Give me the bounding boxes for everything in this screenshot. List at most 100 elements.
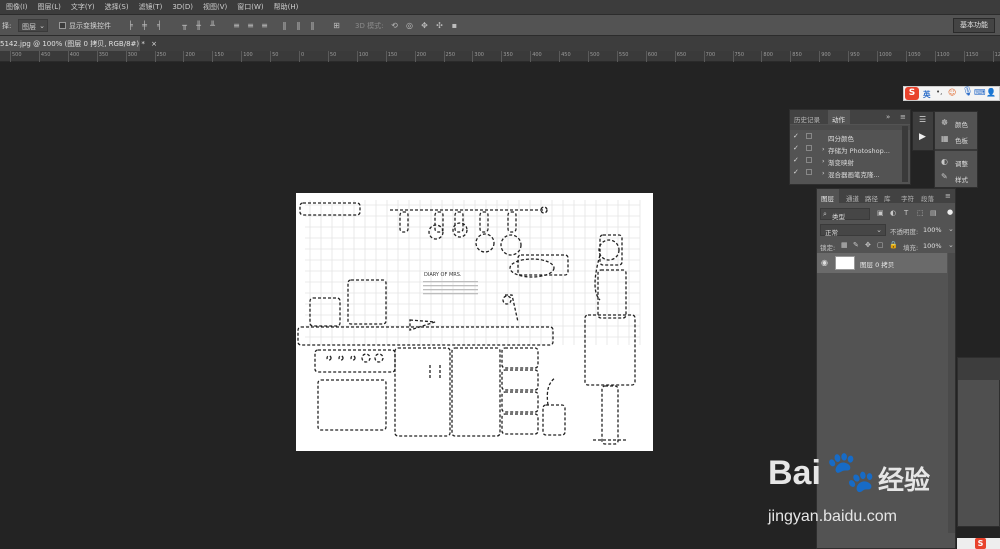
document-canvas[interactable]: DIARY OF MRS.	[296, 193, 653, 451]
user-icon[interactable]: 👤	[986, 88, 996, 97]
action-toggle-check[interactable]: ✓	[793, 156, 799, 164]
styles-icon[interactable]: ✎	[941, 172, 948, 181]
action-item-3[interactable]: 渐变映射	[828, 157, 854, 167]
filter-adjust-icon[interactable]: ◐	[890, 209, 896, 217]
punctuation-icon[interactable]: •,	[936, 88, 942, 96]
menu-select[interactable]: 选择(S)	[103, 2, 131, 12]
action-dialog-toggle[interactable]	[806, 145, 812, 151]
filter-shape-icon[interactable]: ⬚	[917, 209, 924, 217]
panel-menu-icon[interactable]: ≡	[900, 113, 906, 121]
keyboard-icon[interactable]: ⌨	[974, 88, 986, 97]
panel-collapse-icon[interactable]: »	[886, 113, 890, 121]
layer-name[interactable]: 图层 0 拷贝	[860, 259, 894, 269]
sogou-logo[interactable]: S	[905, 87, 919, 100]
swatches-icon[interactable]: ▦	[941, 134, 949, 143]
menu-3d[interactable]: 3D(D)	[170, 3, 195, 11]
action-item-1[interactable]: 四分颜色	[828, 133, 854, 143]
styles-panel-label[interactable]: 样式	[955, 174, 968, 184]
color-panel-label[interactable]: 颜色	[955, 119, 968, 129]
align-right-icon[interactable]: ╡	[155, 20, 164, 31]
distribute-bottom-icon[interactable]: ≡	[260, 20, 269, 31]
swatches-panel-label[interactable]: 色板	[955, 135, 968, 145]
menu-type[interactable]: 文字(Y)	[69, 2, 97, 12]
lock-image-icon[interactable]: ✎	[853, 241, 859, 249]
distribute-left-icon[interactable]: ‖	[280, 20, 289, 31]
adjustments-panel-label[interactable]: 调整	[955, 158, 968, 168]
menu-window[interactable]: 窗口(W)	[235, 2, 265, 12]
lock-artboard-icon[interactable]: ▢	[877, 241, 884, 249]
menu-view[interactable]: 视图(V)	[201, 2, 229, 12]
adjustments-icon[interactable]: ◐	[941, 157, 948, 166]
color-icon[interactable]: ☸	[941, 118, 948, 127]
tab-channels[interactable]: 通道	[846, 193, 859, 203]
fill-field[interactable]: 100%	[923, 242, 942, 250]
auto-align-icon[interactable]: ⊞	[332, 20, 341, 31]
action-item-4[interactable]: 混合器画笔克隆...	[828, 169, 880, 179]
3d-rotate-icon[interactable]: ⟲	[390, 20, 399, 31]
auto-select-dropdown[interactable]: 图层 ⌄	[18, 19, 48, 32]
filter-smart-icon[interactable]: ▤	[930, 209, 937, 217]
visibility-eye-icon[interactable]: ◉	[821, 258, 828, 267]
action-toggle-check[interactable]: ✓	[793, 132, 799, 140]
tab-actions[interactable]: 动作	[832, 114, 845, 124]
chevron-right-icon[interactable]: ›	[822, 169, 825, 177]
tab-paths[interactable]: 路径	[865, 193, 878, 203]
tab-layers[interactable]: 图层	[821, 193, 834, 203]
action-toggle-check[interactable]: ✓	[793, 168, 799, 176]
distribute-right-icon[interactable]: ‖	[308, 20, 317, 31]
action-item-2[interactable]: 存储为 Photoshop...	[828, 145, 890, 155]
lock-transparent-icon[interactable]: ▦	[841, 241, 848, 249]
action-dialog-toggle[interactable]	[806, 133, 812, 139]
align-bottom-icon[interactable]: ╨	[208, 20, 217, 31]
distribute-top-icon[interactable]: ≡	[232, 20, 241, 31]
ruler-tick-label: 850	[792, 52, 802, 58]
action-dialog-toggle[interactable]	[806, 157, 812, 163]
tab-libraries[interactable]: 库	[884, 193, 891, 203]
workspace-button[interactable]: 基本功能	[953, 18, 995, 33]
sogou-mini-logo[interactable]: S	[975, 538, 986, 549]
filter-toggle-icon[interactable]: ●	[947, 208, 953, 216]
distribute-hcenter-icon[interactable]: ‖	[294, 20, 303, 31]
tab-paragraph[interactable]: 段落	[921, 193, 934, 203]
close-icon[interactable]: ×	[151, 40, 157, 48]
menu-filter[interactable]: 滤镜(T)	[137, 2, 165, 12]
chevron-down-icon[interactable]: ⌄	[948, 241, 954, 249]
actions-scrollbar[interactable]	[902, 126, 908, 182]
layer-filter-dropdown[interactable]: ⌕ 类型	[820, 208, 870, 221]
align-top-icon[interactable]: ╥	[180, 20, 189, 31]
blend-mode-dropdown[interactable]: 正常 ⌄	[820, 224, 886, 237]
align-left-icon[interactable]: ╞	[126, 20, 135, 31]
layers-scrollbar[interactable]	[948, 253, 955, 533]
menu-layer[interactable]: 图层(L)	[36, 2, 63, 12]
3d-roll-icon[interactable]: ◎	[405, 20, 414, 31]
align-hcenter-icon[interactable]: ╪	[140, 20, 149, 31]
3d-slide-icon[interactable]: ✣	[435, 20, 444, 31]
document-tab[interactable]: 5142.jpg @ 100% (图层 0 拷贝, RGB/8#) * ×	[0, 36, 157, 51]
distribute-vcenter-icon[interactable]: ≡	[246, 20, 255, 31]
menu-image[interactable]: 图像(I)	[4, 2, 30, 12]
chevron-right-icon[interactable]: ›	[822, 145, 825, 153]
3d-scale-icon[interactable]: ▪	[450, 20, 459, 31]
layer-row[interactable]: ◉ 图层 0 拷贝	[817, 253, 947, 273]
3d-drag-icon[interactable]: ✥	[420, 20, 429, 31]
filter-pixel-icon[interactable]: ▣	[877, 209, 884, 217]
record-action-icon[interactable]: ☰	[919, 115, 926, 124]
play-icon[interactable]: ▶	[919, 132, 926, 142]
lock-all-icon[interactable]: 🔒	[889, 241, 898, 249]
microphone-icon[interactable]: 🎙	[962, 87, 973, 97]
emoji-icon[interactable]: ☺	[948, 88, 956, 97]
filter-type-icon[interactable]: T	[904, 209, 908, 217]
panel-menu-icon[interactable]: ≡	[945, 192, 951, 200]
menu-help[interactable]: 帮助(H)	[272, 2, 301, 12]
action-toggle-check[interactable]: ✓	[793, 144, 799, 152]
chevron-right-icon[interactable]: ›	[822, 157, 825, 165]
show-transform-checkbox[interactable]	[59, 22, 66, 29]
align-vcenter-icon[interactable]: ╫	[194, 20, 203, 31]
chevron-down-icon[interactable]: ⌄	[948, 225, 954, 233]
opacity-field[interactable]: 100%	[923, 226, 942, 234]
tab-character[interactable]: 字符	[901, 193, 914, 203]
ime-language[interactable]: 英	[923, 89, 931, 100]
tab-history[interactable]: 历史记录	[794, 114, 820, 124]
lock-position-icon[interactable]: ✥	[865, 241, 871, 249]
action-dialog-toggle[interactable]	[806, 169, 812, 175]
